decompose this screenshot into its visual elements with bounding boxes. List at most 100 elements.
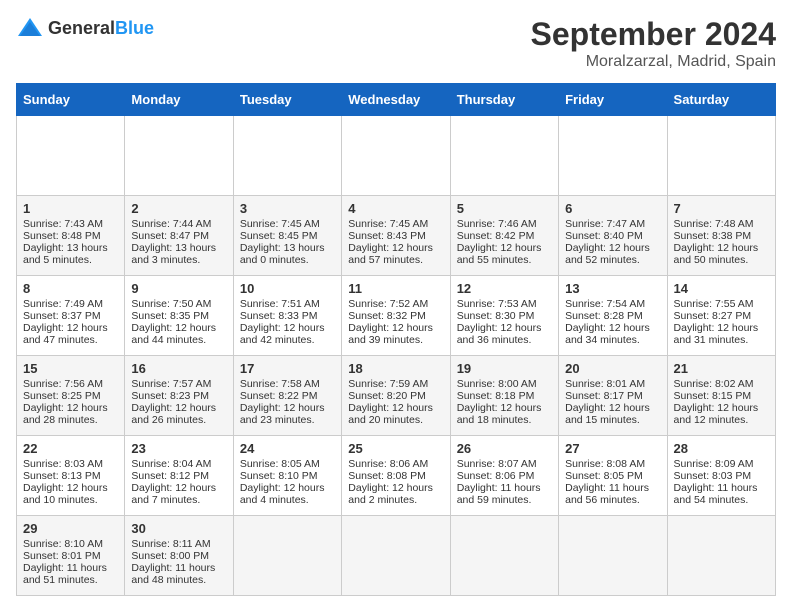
calendar-cell: 28Sunrise: 8:09 AMSunset: 8:03 PMDayligh… [667, 436, 775, 516]
sunrise-text: Sunrise: 7:58 AM [240, 378, 320, 390]
calendar-cell [450, 516, 558, 596]
calendar-week-row: 15Sunrise: 7:56 AMSunset: 8:25 PMDayligh… [17, 356, 776, 436]
day-number: 9 [131, 281, 226, 296]
calendar-cell [17, 116, 125, 196]
title-area: September 2024 Moralzarzal, Madrid, Spai… [531, 16, 776, 71]
sunrise-text: Sunrise: 7:53 AM [457, 298, 537, 310]
calendar-cell: 2 Sunrise: 7:44 AMSunset: 8:47 PMDaylight… [125, 196, 233, 276]
day-number: 8 [23, 281, 118, 296]
sunset-text: Sunset: 8:10 PM [240, 470, 318, 482]
daylight-text: Daylight: 11 hours and 56 minutes. [565, 482, 649, 506]
calendar-cell: 26Sunrise: 8:07 AMSunset: 8:06 PMDayligh… [450, 436, 558, 516]
daylight-text: Daylight: 12 hours and 10 minutes. [23, 482, 108, 506]
day-header-monday: Monday [125, 84, 233, 116]
day-number: 2 [131, 201, 226, 216]
sunrise-text: Sunrise: 7:51 AM [240, 298, 320, 310]
sunrise-text: Sunrise: 8:00 AM [457, 378, 537, 390]
day-number: 4 [348, 201, 443, 216]
sunset-text: Sunset: 8:22 PM [240, 390, 318, 402]
sunset-text: Sunset: 8:40 PM [565, 230, 643, 242]
daylight-text: Daylight: 12 hours and 31 minutes. [674, 322, 759, 346]
day-number: 11 [348, 281, 443, 296]
calendar-cell [233, 116, 341, 196]
day-number: 27 [565, 441, 660, 456]
sunset-text: Sunset: 8:13 PM [23, 470, 101, 482]
sunrise-text: Sunrise: 7:56 AM [23, 378, 103, 390]
sunrise-text: Sunrise: 7:44 AM [131, 218, 211, 230]
day-header-thursday: Thursday [450, 84, 558, 116]
calendar-cell [559, 116, 667, 196]
sunrise-text: Sunrise: 8:03 AM [23, 458, 103, 470]
sunrise-text: Sunrise: 7:46 AM [457, 218, 537, 230]
day-number: 19 [457, 361, 552, 376]
day-number: 29 [23, 521, 118, 536]
daylight-text: Daylight: 12 hours and 2 minutes. [348, 482, 433, 506]
daylight-text: Daylight: 12 hours and 18 minutes. [457, 402, 542, 426]
sunrise-text: Sunrise: 8:11 AM [131, 538, 210, 550]
daylight-text: Daylight: 12 hours and 55 minutes. [457, 242, 542, 266]
calendar-cell: 22Sunrise: 8:03 AMSunset: 8:13 PMDayligh… [17, 436, 125, 516]
sunset-text: Sunset: 8:20 PM [348, 390, 426, 402]
calendar-cell [559, 516, 667, 596]
calendar-cell: 21Sunrise: 8:02 AMSunset: 8:15 PMDayligh… [667, 356, 775, 436]
sunset-text: Sunset: 8:00 PM [131, 550, 209, 562]
sunrise-text: Sunrise: 7:48 AM [674, 218, 754, 230]
day-number: 24 [240, 441, 335, 456]
day-number: 1 [23, 201, 118, 216]
sunset-text: Sunset: 8:12 PM [131, 470, 209, 482]
day-header-friday: Friday [559, 84, 667, 116]
day-header-wednesday: Wednesday [342, 84, 450, 116]
sunset-text: Sunset: 8:23 PM [131, 390, 209, 402]
calendar-week-row: 29Sunrise: 8:10 AMSunset: 8:01 PMDayligh… [17, 516, 776, 596]
daylight-text: Daylight: 12 hours and 20 minutes. [348, 402, 433, 426]
sunset-text: Sunset: 8:01 PM [23, 550, 101, 562]
sunset-text: Sunset: 8:32 PM [348, 310, 426, 322]
sunset-text: Sunset: 8:48 PM [23, 230, 101, 242]
day-number: 30 [131, 521, 226, 536]
daylight-text: Daylight: 12 hours and 36 minutes. [457, 322, 542, 346]
day-number: 7 [674, 201, 769, 216]
calendar-cell: 4Sunrise: 7:45 AMSunset: 8:43 PMDaylight… [342, 196, 450, 276]
sunrise-text: Sunrise: 8:09 AM [674, 458, 754, 470]
daylight-text: Daylight: 12 hours and 44 minutes. [131, 322, 216, 346]
sunrise-text: Sunrise: 7:52 AM [348, 298, 428, 310]
calendar-cell: 9Sunrise: 7:50 AMSunset: 8:35 PMDaylight… [125, 276, 233, 356]
logo-icon [16, 16, 44, 40]
page-header: GeneralBlue September 2024 Moralzarzal, … [16, 16, 776, 71]
daylight-text: Daylight: 12 hours and 7 minutes. [131, 482, 216, 506]
calendar-cell: 7Sunrise: 7:48 AMSunset: 8:38 PMDaylight… [667, 196, 775, 276]
daylight-text: Daylight: 12 hours and 39 minutes. [348, 322, 433, 346]
sunrise-text: Sunrise: 7:49 AM [23, 298, 103, 310]
sunrise-text: Sunrise: 7:55 AM [674, 298, 754, 310]
calendar-cell: 1Sunrise: 7:43 AMSunset: 8:48 PMDaylight… [17, 196, 125, 276]
daylight-text: Daylight: 12 hours and 52 minutes. [565, 242, 650, 266]
sunrise-text: Sunrise: 8:07 AM [457, 458, 537, 470]
sunset-text: Sunset: 8:05 PM [565, 470, 643, 482]
calendar-cell [342, 116, 450, 196]
calendar-week-row: 1 Sunrise: 7:43 AMSunset: 8:48 PM Daylight… [17, 196, 776, 276]
sunrise-text: Sunrise: 7:47 AM [565, 218, 645, 230]
calendar-cell: 6Sunrise: 7:47 AMSunset: 8:40 PMDaylight… [559, 196, 667, 276]
daylight-text: Daylight: 12 hours and 23 minutes. [240, 402, 325, 426]
logo-blue: Blue [115, 18, 154, 38]
calendar-cell: 17Sunrise: 7:58 AMSunset: 8:22 PMDayligh… [233, 356, 341, 436]
sunset-text: Sunset: 8:30 PM [457, 310, 535, 322]
sunrise-text: Sunrise: 7:43 AM [23, 218, 103, 230]
sunset-text: Sunset: 8:08 PM [348, 470, 426, 482]
day-number: 16 [131, 361, 226, 376]
calendar-cell: 11 Sunrise: 7:52 AMSunset: 8:32 PMDayligh… [342, 276, 450, 356]
sunrise-text: Sunrise: 7:54 AM [565, 298, 645, 310]
daylight-text: Daylight: 12 hours and 28 minutes. [23, 402, 108, 426]
daylight-text: Daylight: 13 hours and 3 minutes. [131, 242, 216, 266]
day-number: 21 [674, 361, 769, 376]
sunset-text: Sunset: 8:47 PM [131, 230, 209, 242]
calendar-cell: 15Sunrise: 7:56 AMSunset: 8:25 PMDayligh… [17, 356, 125, 436]
day-number: 18 [348, 361, 443, 376]
daylight-text: Daylight: 12 hours and 50 minutes. [674, 242, 759, 266]
sunset-text: Sunset: 8:15 PM [674, 390, 752, 402]
daylight-text: Daylight: 12 hours and 42 minutes. [240, 322, 325, 346]
sunset-text: Sunset: 8:18 PM [457, 390, 535, 402]
sunset-text: Sunset: 8:27 PM [674, 310, 752, 322]
calendar-cell: 19 Sunrise: 8:00 AMSunset: 8:18 PMDayligh… [450, 356, 558, 436]
calendar-cell: 13Sunrise: 7:54 AMSunset: 8:28 PMDayligh… [559, 276, 667, 356]
